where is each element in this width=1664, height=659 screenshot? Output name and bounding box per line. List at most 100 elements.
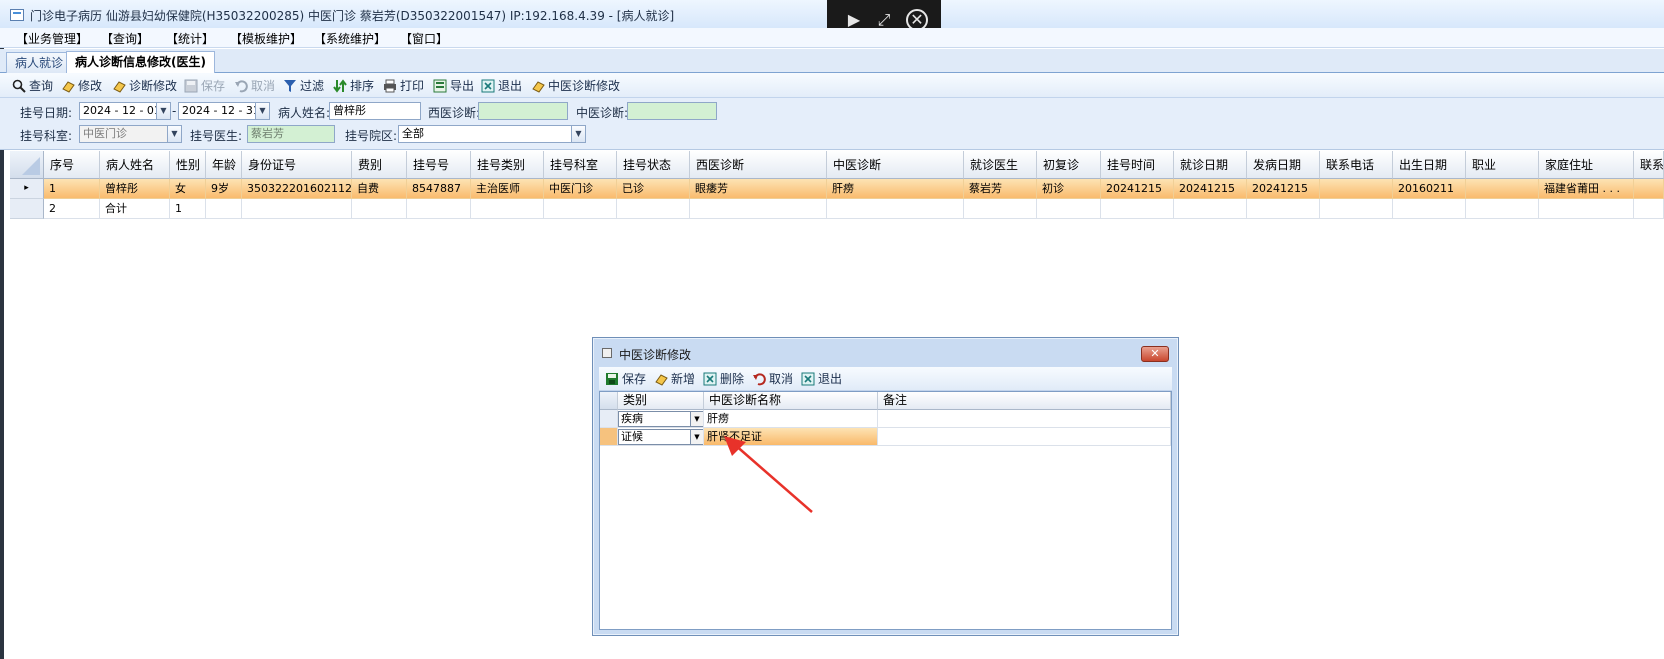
grid-col-header[interactable]: 挂号状态 <box>617 151 690 179</box>
save-button[interactable]: 保存 <box>184 77 225 95</box>
campus-select[interactable]: 全部 ▼ <box>398 125 586 143</box>
grid-col-header[interactable]: 发病日期 <box>1247 151 1320 179</box>
dialog-delete-button[interactable]: 删除 <box>703 370 744 388</box>
table-cell[interactable] <box>407 199 471 219</box>
table-cell[interactable]: 20241215 <box>1101 179 1174 199</box>
table-cell[interactable]: 初诊 <box>1037 179 1101 199</box>
grid-col-header[interactable]: 费别 <box>352 151 407 179</box>
table-cell[interactable]: 20241215 <box>1247 179 1320 199</box>
table-cell[interactable]: 已诊 <box>617 179 690 199</box>
chevron-down-icon[interactable]: ▼ <box>690 430 703 444</box>
table-cell[interactable]: 350322201602112540 <box>242 179 352 199</box>
export-button[interactable]: 导出 <box>433 77 474 95</box>
table-cell[interactable] <box>1101 199 1174 219</box>
menu-system[interactable]: 【系统维护】 <box>314 30 386 47</box>
western-diag-input[interactable] <box>478 102 568 120</box>
exit-button[interactable]: 退出 <box>481 77 522 95</box>
query-button[interactable]: 查询 <box>12 77 53 95</box>
grid-col-header[interactable]: 西医诊断 <box>690 151 827 179</box>
category-combo[interactable]: 疾病 ▼ <box>618 411 703 427</box>
table-cell[interactable] <box>1466 199 1539 219</box>
table-cell[interactable] <box>352 199 407 219</box>
grid-col-header[interactable]: 出生日期 <box>1393 151 1466 179</box>
tab-diagnosis-edit[interactable]: 病人诊断信息修改(医生) <box>66 51 215 74</box>
table-row[interactable]: 2 合计 1 <box>10 199 1664 219</box>
grid-col-header[interactable]: 中医诊断 <box>827 151 964 179</box>
table-cell[interactable]: 女 <box>170 179 206 199</box>
date-to-field[interactable]: 2024 - 12 - 31 ▼ <box>178 102 270 120</box>
grid-col-header[interactable]: 就诊医生 <box>964 151 1037 179</box>
dialog-row-selected[interactable]: 证候 ▼ 肝肾不足证 <box>600 428 1171 446</box>
dialog-col-name[interactable]: 中医诊断名称 <box>704 392 878 410</box>
grid-col-header[interactable]: 就诊日期 <box>1174 151 1247 179</box>
print-button[interactable]: 打印 <box>383 77 424 95</box>
grid-col-header[interactable]: 身份证号 <box>242 151 352 179</box>
grid-col-header[interactable]: 年龄 <box>206 151 242 179</box>
table-cell[interactable] <box>242 199 352 219</box>
patient-name-input[interactable]: 曾梓彤 <box>329 102 421 120</box>
category-cell[interactable]: 证候 ▼ <box>618 428 704 446</box>
table-cell[interactable]: 20241215 <box>1174 179 1247 199</box>
doctor-input[interactable]: 蔡岩芳 <box>247 125 335 143</box>
table-cell[interactable] <box>1174 199 1247 219</box>
table-row[interactable]: ▸1曾梓彤女9岁350322201602112540自费8547887主治医师中… <box>10 179 1664 199</box>
table-cell[interactable]: 20160211 <box>1393 179 1466 199</box>
tcm-diagnosis-modify-button[interactable]: 中医诊断修改 <box>531 77 620 95</box>
table-cell[interactable] <box>1393 199 1466 219</box>
grid-col-header[interactable]: 联系 <box>1634 151 1664 179</box>
dialog-exit-button[interactable]: 退出 <box>801 370 842 388</box>
tab-patient-visit[interactable]: 病人就诊 <box>6 52 73 73</box>
table-cell[interactable]: 蔡岩芳 <box>964 179 1037 199</box>
grid-col-header[interactable]: 挂号科室 <box>544 151 617 179</box>
menu-template[interactable]: 【模板维护】 <box>230 30 302 47</box>
table-cell[interactable] <box>1320 199 1393 219</box>
table-cell[interactable] <box>544 199 617 219</box>
grid-col-header[interactable]: 性别 <box>170 151 206 179</box>
table-cell[interactable] <box>206 199 242 219</box>
table-cell[interactable]: 主治医师 <box>471 179 544 199</box>
tcm-diag-input[interactable] <box>627 102 717 120</box>
sort-button[interactable]: 排序 <box>333 77 374 95</box>
date-from-dropdown[interactable]: ▼ <box>156 103 170 119</box>
grid-col-header[interactable]: 挂号号 <box>407 151 471 179</box>
table-cell[interactable]: 2 <box>44 199 100 219</box>
category-cell[interactable]: 疾病 ▼ <box>618 410 704 428</box>
table-cell[interactable]: 合计 <box>100 199 170 219</box>
menu-query[interactable]: 【查询】 <box>101 30 149 47</box>
dialog-col-note[interactable]: 备注 <box>878 392 1171 410</box>
diagnosis-name-cell[interactable]: 肝痨 <box>704 410 878 428</box>
date-from-field[interactable]: 2024 - 12 - 01 ▼ <box>79 102 171 120</box>
menu-business[interactable]: 【业务管理】 <box>16 30 88 47</box>
table-cell[interactable]: 8547887 <box>407 179 471 199</box>
table-cell[interactable] <box>1466 179 1539 199</box>
table-cell[interactable]: 眼痿芳 <box>690 179 827 199</box>
table-cell[interactable]: 曾梓彤 <box>100 179 170 199</box>
campus-dropdown[interactable]: ▼ <box>571 126 585 142</box>
chevron-down-icon[interactable]: ▼ <box>690 412 703 426</box>
category-combo[interactable]: 证候 ▼ <box>618 429 703 445</box>
modify-button[interactable]: 修改 <box>61 77 102 95</box>
table-cell[interactable] <box>1634 199 1664 219</box>
dialog-add-button[interactable]: 新增 <box>654 370 695 388</box>
dialog-col-category[interactable]: 类别 <box>618 392 704 410</box>
grid-col-header[interactable]: 职业 <box>1466 151 1539 179</box>
cancel-button[interactable]: 取消 <box>234 77 275 95</box>
table-cell[interactable] <box>690 199 827 219</box>
dept-select[interactable]: 中医门诊 ▼ <box>79 125 182 143</box>
note-cell[interactable] <box>878 410 1171 428</box>
table-cell[interactable]: 自费 <box>352 179 407 199</box>
grid-col-header[interactable]: 病人姓名 <box>100 151 170 179</box>
table-cell[interactable]: 福建省莆田 . . . <box>1539 179 1634 199</box>
table-cell[interactable] <box>1539 199 1634 219</box>
dialog-close-button[interactable]: ✕ <box>1141 346 1169 362</box>
table-cell[interactable] <box>827 199 964 219</box>
diagnosis-modify-button[interactable]: 诊断修改 <box>112 77 177 95</box>
table-cell[interactable] <box>964 199 1037 219</box>
dialog-row[interactable]: 疾病 ▼ 肝痨 <box>600 410 1171 428</box>
dialog-cancel-button[interactable]: 取消 <box>752 370 793 388</box>
grid-col-header[interactable]: 联系电话 <box>1320 151 1393 179</box>
table-cell[interactable]: 9岁 <box>206 179 242 199</box>
table-cell[interactable]: 1 <box>44 179 100 199</box>
menu-window[interactable]: 【窗口】 <box>400 30 448 47</box>
note-cell[interactable] <box>878 428 1171 446</box>
